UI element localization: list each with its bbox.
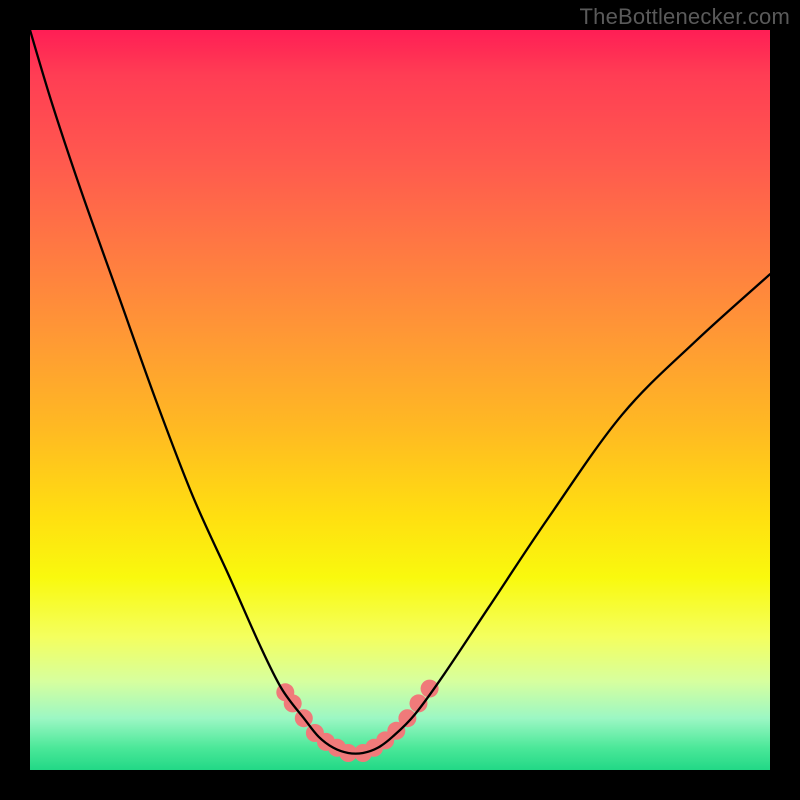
plot-area	[30, 30, 770, 770]
highlight-markers	[276, 680, 438, 762]
highlight-marker	[398, 709, 416, 727]
curve-svg	[30, 30, 770, 770]
chart-frame: TheBottleneсker.com	[0, 0, 800, 800]
bottleneck-curve	[30, 30, 770, 754]
watermark-text: TheBottleneсker.com	[580, 4, 790, 30]
